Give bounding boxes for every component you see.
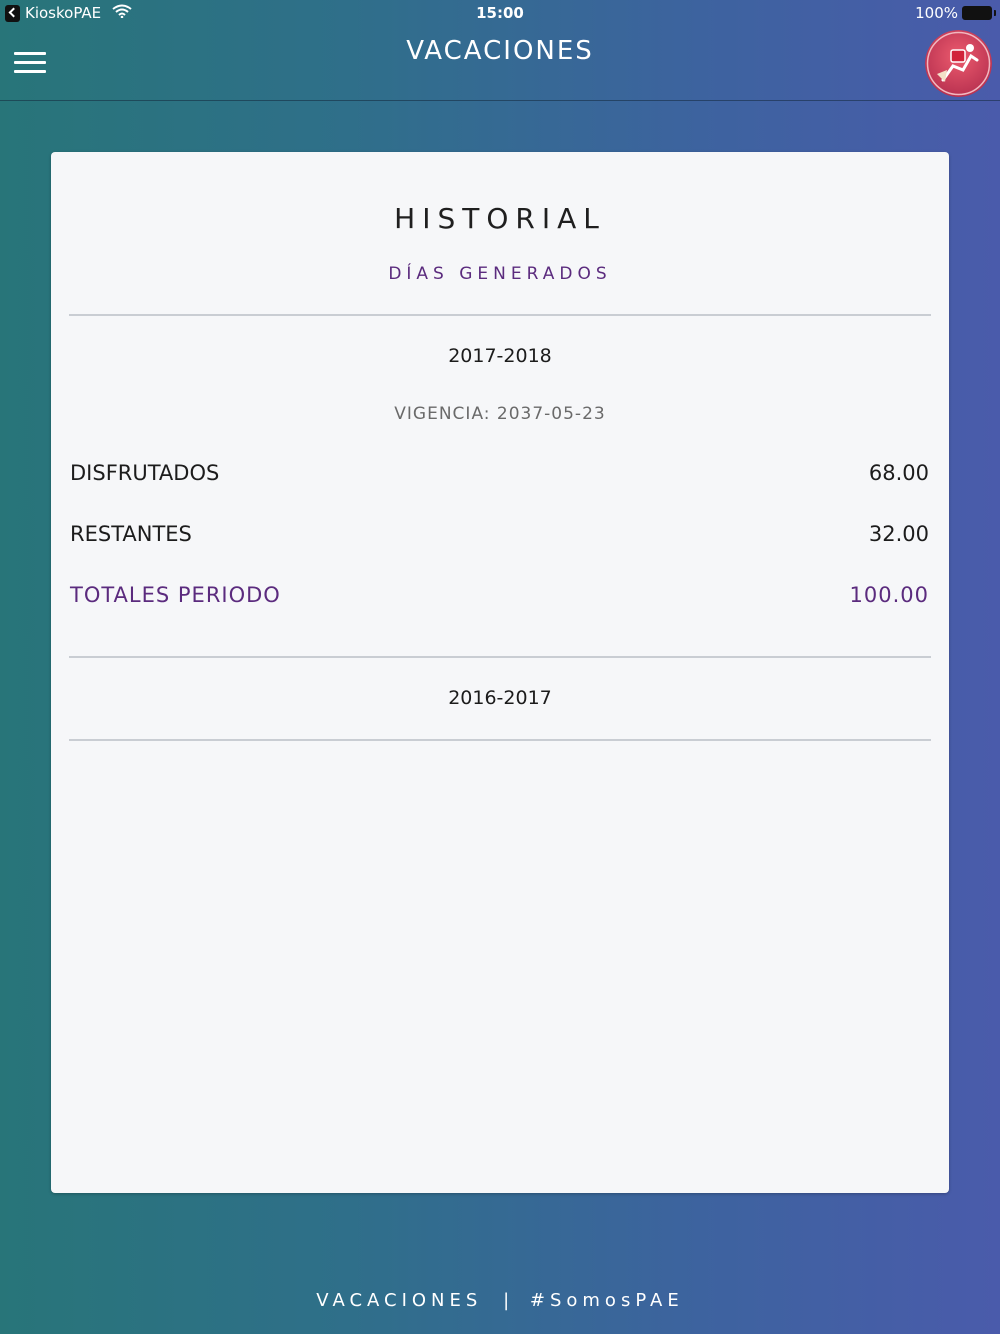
- row-value: 100.00: [849, 583, 929, 607]
- row-totales-periodo: TOTALES PERIODO 100.00: [70, 583, 929, 613]
- card-subtitle: DÍAS GENERADOS: [388, 264, 612, 284]
- nav-bar: VACACIONES: [0, 26, 1000, 101]
- battery-percent: 100%: [915, 4, 958, 22]
- row-label: TOTALES PERIODO: [70, 583, 281, 607]
- row-value: 32.00: [868, 522, 929, 546]
- battery-icon: [962, 6, 996, 20]
- footer-section-label: VACACIONES: [316, 1290, 483, 1311]
- row-disfrutados: DISFRUTADOS 68.00: [70, 461, 929, 491]
- footer: VACACIONES | #SomosPAE: [0, 1290, 1000, 1311]
- row-restantes: RESTANTES 32.00: [70, 522, 929, 552]
- status-right: 100%: [915, 4, 996, 22]
- period-header-2016-2017[interactable]: 2016-2017: [51, 687, 949, 709]
- card-title: HISTORIAL: [394, 202, 606, 235]
- status-bar: KioskoPAE 15:00 100%: [0, 0, 1000, 26]
- page-title: VACACIONES: [406, 36, 594, 66]
- divider: [69, 656, 931, 658]
- avatar[interactable]: [925, 30, 992, 97]
- footer-hashtag: #SomosPAE: [529, 1290, 684, 1311]
- row-value: 68.00: [868, 461, 929, 485]
- vigencia-text: VIGENCIA: 2037-05-23: [394, 404, 606, 424]
- history-card: HISTORIAL DÍAS GENERADOS 2017-2018 VIGEN…: [51, 152, 949, 1193]
- row-label: DISFRUTADOS: [70, 461, 220, 485]
- divider: [69, 739, 931, 741]
- status-time: 15:00: [476, 4, 524, 22]
- period-header-2017-2018[interactable]: 2017-2018: [51, 345, 949, 367]
- divider: [69, 314, 931, 316]
- row-label: RESTANTES: [70, 522, 192, 546]
- footer-separator: |: [503, 1290, 510, 1311]
